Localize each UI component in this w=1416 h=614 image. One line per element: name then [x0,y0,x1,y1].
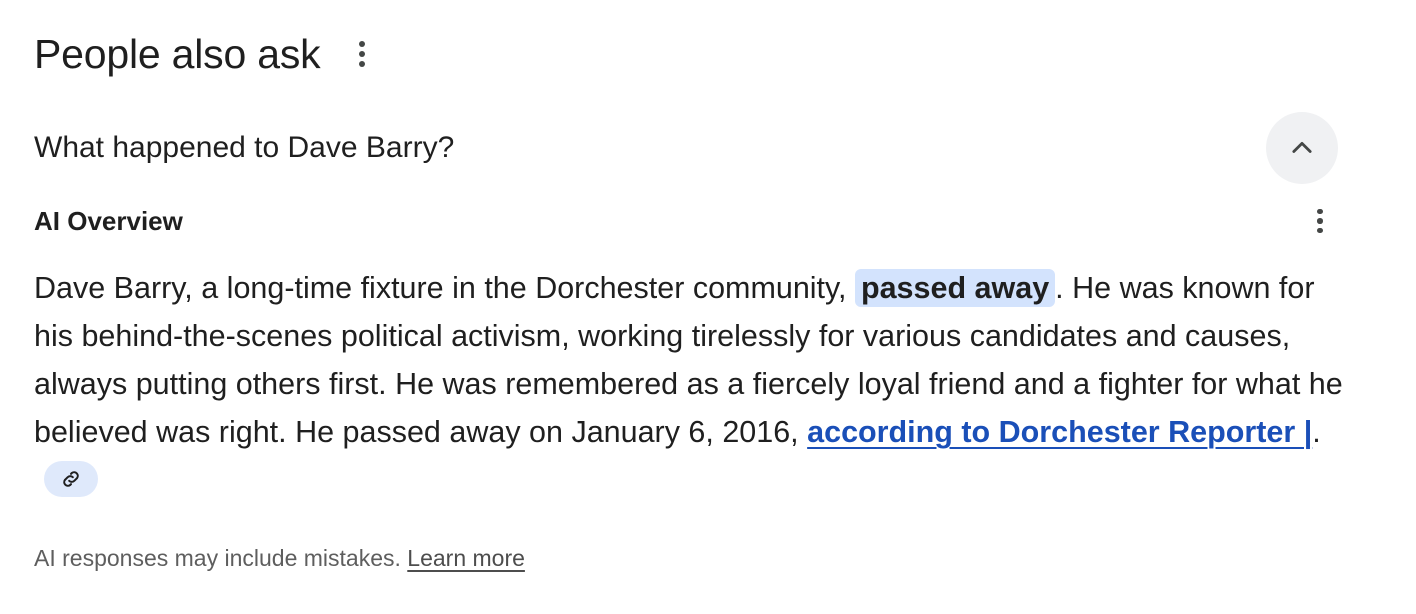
question-row[interactable]: What happened to Dave Barry? [34,112,1338,184]
highlighted-phrase: passed away [854,269,1056,307]
learn-more-link[interactable]: Learn more [407,545,525,571]
disclaimer: AI responses may include mistakes. Learn… [34,542,525,574]
ai-overview-header: AI Overview [34,198,1338,244]
more-options-icon[interactable] [344,32,380,76]
chevron-up-icon [1292,141,1312,153]
people-also-ask-header: People also ask [34,26,380,82]
ai-overview-answer: Dave Barry, a long-time fixture in the D… [34,264,1354,504]
link-icon [63,471,79,487]
source-link-chip[interactable] [44,460,98,497]
question-text: What happened to Dave Barry? [34,131,455,164]
answer-text-1: Dave Barry, a long-time fixture in the D… [34,271,855,305]
source-link[interactable]: according to Dorchester Reporter | [807,415,1312,449]
disclaimer-text: AI responses may include mistakes. [34,545,408,571]
section-title: People also ask [34,31,321,77]
overview-options-icon[interactable] [1300,199,1340,243]
answer-text-3: . [1312,415,1321,449]
ai-overview-label: AI Overview [34,205,183,236]
collapse-button[interactable] [1266,112,1338,184]
